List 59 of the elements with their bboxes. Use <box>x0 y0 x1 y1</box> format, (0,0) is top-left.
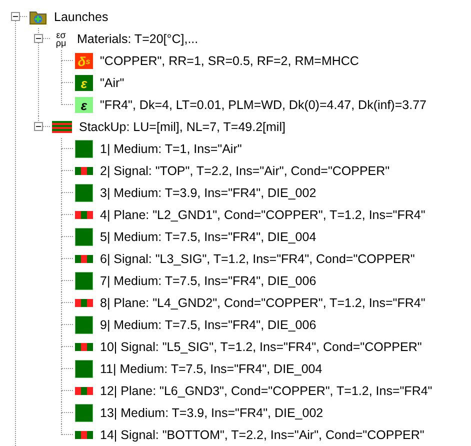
medium-layer-icon <box>75 404 93 422</box>
tree-connector-line <box>61 72 73 83</box>
tree-connector-line <box>61 402 73 413</box>
tree-connector-line <box>61 292 73 303</box>
tree-item-label[interactable]: 4| Plane: "L2_GND1", Cond="COPPER", T=1.2, Ins="FR4" <box>100 208 426 222</box>
material-icon: ε <box>75 97 93 113</box>
material-icon: ε <box>75 75 93 91</box>
tree-item-label[interactable]: "Air" <box>100 76 124 90</box>
tree-item-label[interactable]: Materials: T=20[°C],... <box>77 32 198 46</box>
plane-layer-icon <box>75 211 93 219</box>
tree-connector-line <box>61 160 73 171</box>
tree-item-label[interactable]: 12| Plane: "L6_GND3", Cond="COPPER", T=1.2, Ins="FR4" <box>100 384 432 398</box>
plane-layer-icon <box>75 299 93 307</box>
tree-expander[interactable] <box>34 34 43 43</box>
tree-connector-line <box>61 314 73 325</box>
tree-item-label[interactable]: 8| Plane: "L4_GND2", Cond="COPPER", T=1.2, Ins="FR4" <box>100 296 426 310</box>
tree-connector-line <box>61 270 73 281</box>
tree-expander[interactable] <box>34 122 43 131</box>
tree-connector-line <box>61 94 73 105</box>
signal-layer-icon <box>75 431 93 439</box>
medium-layer-icon <box>75 272 93 290</box>
tree-item-label[interactable]: StackUp: LU=[mil], NL=7, T=49.2[mil] <box>79 120 286 134</box>
tree-item-label[interactable]: 13| Medium: T=3.9, Ins="FR4", DIE_002 <box>100 406 324 420</box>
tree-connector-line <box>61 182 73 193</box>
tree-item-label[interactable]: 10| Signal: "L5_SIG", T=1.2, Ins="FR4", Cond="COPPER" <box>100 340 422 354</box>
tree-item-label[interactable]: 6| Signal: "L3_SIG", T=1.2, Ins="FR4", Cond="COPPER" <box>100 252 415 266</box>
tree-connector-line <box>61 50 73 61</box>
tree-item-label[interactable]: 7| Medium: T=7.5, Ins="FR4", DIE_006 <box>100 274 316 288</box>
tree-item-label[interactable]: 2| Signal: "TOP", T=2.2, Ins="Air", Cond="COPPER" <box>100 164 390 178</box>
tree-connector-line <box>61 248 73 259</box>
tree-connector-line <box>61 358 73 369</box>
tree-item-label[interactable]: 1| Medium: T=1, Ins="Air" <box>100 142 242 156</box>
tree-item-label[interactable]: 5| Medium: T=7.5, Ins="FR4", DIE_004 <box>100 230 316 244</box>
tree-item-label[interactable]: 9| Medium: T=7.5, Ins="FR4", DIE_006 <box>100 318 316 332</box>
tree-expander[interactable] <box>11 12 20 21</box>
tree-item-label[interactable]: 3| Medium: T=3.9, Ins="FR4", DIE_002 <box>100 186 316 200</box>
medium-layer-icon <box>75 228 93 246</box>
medium-layer-icon <box>75 316 93 334</box>
tree-connector-line <box>61 424 73 435</box>
tree-item-label[interactable]: 11| Medium: T=7.5, Ins="FR4", DIE_004 <box>100 362 322 376</box>
medium-layer-icon <box>75 184 93 202</box>
stackup-icon <box>52 120 72 134</box>
tree-item-label[interactable]: "COPPER", RR=1, SR=0.5, RF=2, RM=MHCC <box>100 54 359 68</box>
plane-layer-icon <box>75 387 93 395</box>
tree-item-label[interactable]: "FR4", Dk=4, LT=0.01, PLM=WD, Dk(0)=4.47, Dk(inf)=3.77 <box>100 98 426 112</box>
tree-item-label[interactable]: Launches <box>54 10 108 24</box>
tree-connector-line <box>61 226 73 237</box>
signal-layer-icon <box>75 167 93 175</box>
medium-layer-icon <box>75 360 93 378</box>
signal-layer-icon <box>75 255 93 263</box>
tree-connector-line <box>61 336 73 347</box>
folder-icon <box>29 9 47 25</box>
tree-connector-line <box>61 138 73 149</box>
materials-icon: εσ ρμ <box>52 31 70 47</box>
signal-layer-icon <box>75 343 93 351</box>
medium-layer-icon <box>75 140 93 158</box>
tree-connector-line <box>61 380 73 391</box>
tree-connector-line <box>61 204 73 215</box>
tree-item-label[interactable]: 14| Signal: "BOTTOM", T=2.2, Ins="Air", Cond="COPPER" <box>100 428 424 442</box>
